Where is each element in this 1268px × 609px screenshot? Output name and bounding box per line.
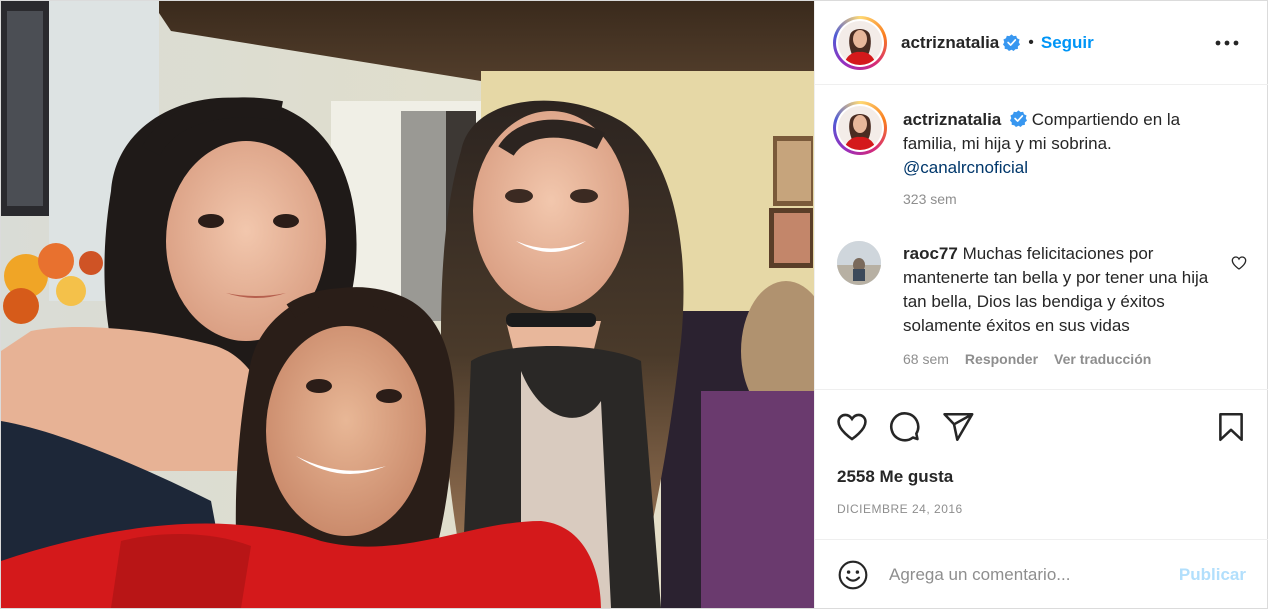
avatar[interactable] [833, 15, 887, 70]
bookmark-icon[interactable] [1214, 410, 1248, 444]
header-username[interactable]: actriznatalia [901, 33, 999, 53]
comment-body: raoc77 Muchas felicitaciones por mantene… [903, 242, 1223, 338]
avatar[interactable] [833, 101, 887, 155]
header-separator: • [1028, 33, 1034, 51]
translate-button[interactable]: Ver traducción [1054, 351, 1151, 367]
caption-username[interactable]: actriznatalia [903, 110, 1001, 129]
reply-button[interactable]: Responder [965, 351, 1038, 367]
avatar-image [838, 106, 882, 150]
comment-heart-icon[interactable] [1231, 255, 1247, 271]
heart-icon[interactable] [835, 410, 869, 444]
like-count[interactable]: 2558 Me gusta [837, 467, 953, 487]
emoji-icon[interactable] [837, 559, 869, 591]
caption: actriznatalia Compartiendo en la familia… [903, 108, 1233, 180]
comments-section[interactable]: actriznatalia Compartiendo en la familia… [815, 85, 1268, 390]
share-icon[interactable] [941, 410, 975, 444]
caption-timestamp[interactable]: 323 sem [903, 191, 957, 207]
post-side-panel: actriznatalia • Seguir actriznatalia Com… [814, 1, 1268, 608]
comment-username[interactable]: raoc77 [903, 244, 958, 263]
avatar-image [838, 20, 882, 65]
publish-button[interactable]: Publicar [1179, 565, 1246, 585]
comment-timestamp[interactable]: 68 sem [903, 351, 949, 367]
caption-mention-link[interactable]: @canalrcnoficial [903, 158, 1028, 177]
more-options-icon[interactable] [1214, 31, 1240, 55]
post-header: actriznatalia • Seguir [815, 1, 1268, 85]
comment-input[interactable] [889, 560, 1159, 590]
comment-avatar[interactable] [837, 241, 881, 285]
follow-button[interactable]: Seguir [1041, 33, 1094, 53]
post-photo[interactable] [1, 1, 814, 608]
post-date[interactable]: DICIEMBRE 24, 2016 [837, 502, 963, 516]
instagram-post: actriznatalia • Seguir actriznatalia Com… [0, 0, 1268, 609]
selfie-photo [1, 1, 814, 608]
comment-meta: 68 sem Responder Ver traducción [903, 351, 1151, 367]
verified-badge-icon [1010, 110, 1027, 127]
post-actions: 2558 Me gusta DICIEMBRE 24, 2016 [815, 390, 1268, 540]
verified-badge-icon [1003, 34, 1021, 51]
caption-avatar[interactable] [833, 101, 887, 155]
add-comment-bar: Publicar [815, 540, 1268, 608]
comment-icon[interactable] [887, 410, 921, 444]
